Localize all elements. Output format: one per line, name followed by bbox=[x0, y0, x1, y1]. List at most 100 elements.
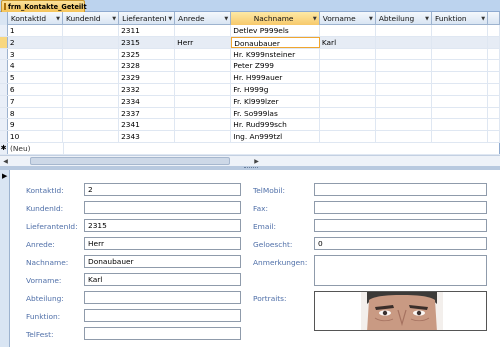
cell-lieferantenid[interactable]: 2332 bbox=[119, 83, 176, 95]
cell-nachname[interactable]: Hr. Rud999sch bbox=[231, 119, 320, 131]
field-telmobil[interactable] bbox=[314, 183, 487, 196]
column-header-nachname[interactable]: Nachname ▼ bbox=[231, 12, 320, 25]
cell-kundenid[interactable] bbox=[63, 119, 120, 131]
cell-nachname[interactable]: Fr. H999g bbox=[231, 83, 320, 95]
cell-anrede[interactable]: Herr bbox=[175, 36, 232, 48]
cell-vorname[interactable] bbox=[320, 131, 376, 142]
field-funktion[interactable] bbox=[84, 309, 241, 322]
cell-kundenid[interactable] bbox=[63, 107, 120, 119]
field-telfest[interactable] bbox=[84, 327, 241, 340]
new-record-row[interactable]: ✱ (Neu) bbox=[0, 142, 500, 155]
chevron-down-icon[interactable]: ▼ bbox=[369, 16, 373, 22]
cell-nachname[interactable]: Hr. K999nsteiner bbox=[231, 48, 320, 60]
field-kundenid[interactable] bbox=[84, 201, 241, 214]
cell-funktion[interactable] bbox=[432, 83, 489, 95]
cell-funktion[interactable] bbox=[432, 60, 489, 72]
cell-vorname[interactable] bbox=[320, 107, 376, 119]
cell-kontaktid[interactable]: 9 bbox=[8, 119, 63, 131]
cell-abteilung[interactable] bbox=[376, 48, 432, 60]
chevron-down-icon[interactable]: ▼ bbox=[425, 16, 429, 22]
chevron-down-icon[interactable]: ▼ bbox=[481, 16, 485, 22]
form-document-tab[interactable]: frm_Kontakte_Geteilt bbox=[1, 0, 87, 12]
cell-vorname[interactable] bbox=[320, 60, 376, 72]
cell-anrede[interactable] bbox=[175, 131, 232, 142]
field-geloescht[interactable]: 0 bbox=[314, 237, 487, 250]
cell-vorname[interactable] bbox=[320, 72, 376, 83]
cell-vorname[interactable] bbox=[320, 25, 376, 36]
row-selector[interactable] bbox=[0, 25, 8, 36]
cell-lieferantenid[interactable]: 2328 bbox=[119, 60, 176, 72]
cell-vorname[interactable] bbox=[320, 48, 376, 60]
chevron-down-icon[interactable]: ▼ bbox=[168, 16, 172, 22]
cell-kundenid[interactable] bbox=[63, 48, 120, 60]
field-anrede[interactable]: Herr bbox=[84, 237, 241, 250]
cell-funktion[interactable] bbox=[432, 95, 489, 107]
cell-abteilung[interactable] bbox=[376, 95, 432, 107]
cell-anrede[interactable] bbox=[175, 119, 232, 131]
cell-kontaktid[interactable]: 5 bbox=[8, 72, 63, 83]
cell-kundenid[interactable] bbox=[63, 25, 120, 36]
cell-nachname[interactable]: Peter Z999 bbox=[231, 60, 320, 72]
field-abteilung[interactable] bbox=[84, 291, 241, 304]
cell-kundenid[interactable] bbox=[63, 60, 120, 72]
cell-abteilung[interactable] bbox=[376, 107, 432, 119]
field-kontaktid[interactable]: 2 bbox=[84, 183, 241, 196]
cell-kundenid[interactable] bbox=[63, 95, 120, 107]
column-header-kontaktid[interactable]: KontaktId ▼ bbox=[8, 12, 63, 25]
new-record-cell[interactable]: (Neu) bbox=[8, 142, 64, 154]
record-selector[interactable]: ▶ bbox=[0, 170, 10, 347]
row-selector[interactable] bbox=[0, 95, 8, 107]
cell-kundenid[interactable] bbox=[63, 36, 120, 48]
table-row[interactable]: 8 2337 Fr. So999las bbox=[0, 107, 500, 120]
row-selector[interactable] bbox=[0, 83, 8, 95]
cell-kontaktid[interactable]: 7 bbox=[8, 95, 63, 107]
cell-funktion[interactable] bbox=[432, 131, 489, 142]
cell-funktion[interactable] bbox=[432, 25, 489, 36]
cell-lieferantenid[interactable]: 2343 bbox=[119, 131, 176, 142]
cell-anrede[interactable] bbox=[175, 95, 232, 107]
row-selector[interactable] bbox=[0, 48, 8, 60]
field-vorname[interactable]: Karl bbox=[84, 273, 241, 286]
table-row[interactable]: 5 2329 Hr. H999auer bbox=[0, 72, 500, 84]
table-row[interactable]: 9 2341 Hr. Rud999sch bbox=[0, 119, 500, 132]
table-row[interactable]: 1 2311 Detlev P999els bbox=[0, 25, 500, 37]
portrait-image[interactable] bbox=[314, 291, 487, 331]
select-all-corner[interactable] bbox=[0, 12, 8, 25]
cell-anrede[interactable] bbox=[175, 83, 232, 95]
cell-kontaktid[interactable]: 6 bbox=[8, 83, 63, 95]
cell-kontaktid[interactable]: 10 bbox=[8, 131, 63, 142]
table-row[interactable]: 10 2343 Ing. An999tzl bbox=[0, 131, 500, 143]
cell-vorname[interactable]: Karl bbox=[320, 36, 376, 48]
cell-anrede[interactable] bbox=[175, 107, 232, 119]
cell-kundenid[interactable] bbox=[63, 72, 120, 83]
field-nachname[interactable]: Donaubauer bbox=[84, 255, 241, 268]
cell-funktion[interactable] bbox=[432, 48, 489, 60]
cell-lieferantenid[interactable]: 2315 bbox=[119, 36, 176, 48]
row-selector[interactable]: ✱ bbox=[0, 142, 8, 154]
column-header-lieferantenid[interactable]: LieferantenI ▼ bbox=[119, 12, 176, 25]
cell-funktion[interactable] bbox=[432, 107, 489, 119]
cell-funktion[interactable] bbox=[432, 36, 489, 48]
table-row[interactable]: 7 2334 Fr. Kl999lzer bbox=[0, 95, 500, 108]
cell-lieferantenid[interactable]: 2334 bbox=[119, 95, 176, 107]
field-lieferantenid[interactable]: 2315 bbox=[84, 219, 241, 232]
splitter-grip-icon[interactable] bbox=[244, 167, 258, 169]
cell-vorname[interactable] bbox=[320, 119, 376, 131]
cell-abteilung[interactable] bbox=[376, 119, 432, 131]
cell-lieferantenid[interactable]: 2329 bbox=[119, 72, 176, 83]
cell-vorname[interactable] bbox=[320, 95, 376, 107]
cell-nachname[interactable]: Detlev P999els bbox=[231, 25, 320, 36]
scroll-left-icon[interactable]: ◀ bbox=[1, 157, 10, 166]
cell-nachname[interactable]: Fr. Kl999lzer bbox=[231, 95, 320, 107]
table-row[interactable]: 3 2325 Hr. K999nsteiner bbox=[0, 48, 500, 61]
cell-abteilung[interactable] bbox=[376, 72, 432, 83]
cell-kundenid[interactable] bbox=[63, 131, 120, 142]
cell-kontaktid[interactable]: 3 bbox=[8, 48, 63, 60]
cell-lieferantenid[interactable]: 2341 bbox=[119, 119, 176, 131]
cell-anrede[interactable] bbox=[175, 48, 232, 60]
cell-abteilung[interactable] bbox=[376, 83, 432, 95]
row-selector[interactable] bbox=[0, 131, 8, 142]
scrollbar-thumb[interactable] bbox=[30, 157, 230, 165]
cell-nachname[interactable]: Fr. So999las bbox=[231, 107, 320, 119]
table-row[interactable]: 4 2328 Peter Z999 bbox=[0, 60, 500, 73]
